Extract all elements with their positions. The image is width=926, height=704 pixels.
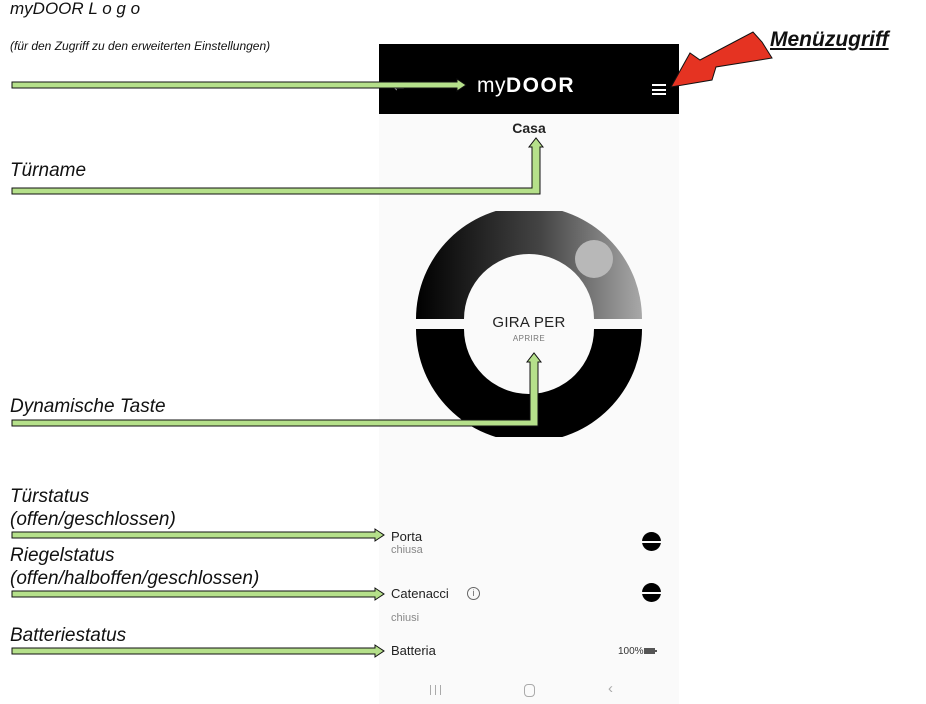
battery-status-callout-arrow: [11, 644, 385, 658]
bolt-status-callout-arrow: [11, 587, 385, 601]
door-status-callout-arrow: [11, 528, 385, 542]
door-name-callout-arrow: [11, 137, 545, 195]
dynamic-button-callout-arrow: [11, 352, 543, 427]
menu-callout-arrow: [670, 31, 773, 88]
logo-callout-arrow: [11, 78, 467, 92]
callout-arrows: [11, 31, 773, 658]
